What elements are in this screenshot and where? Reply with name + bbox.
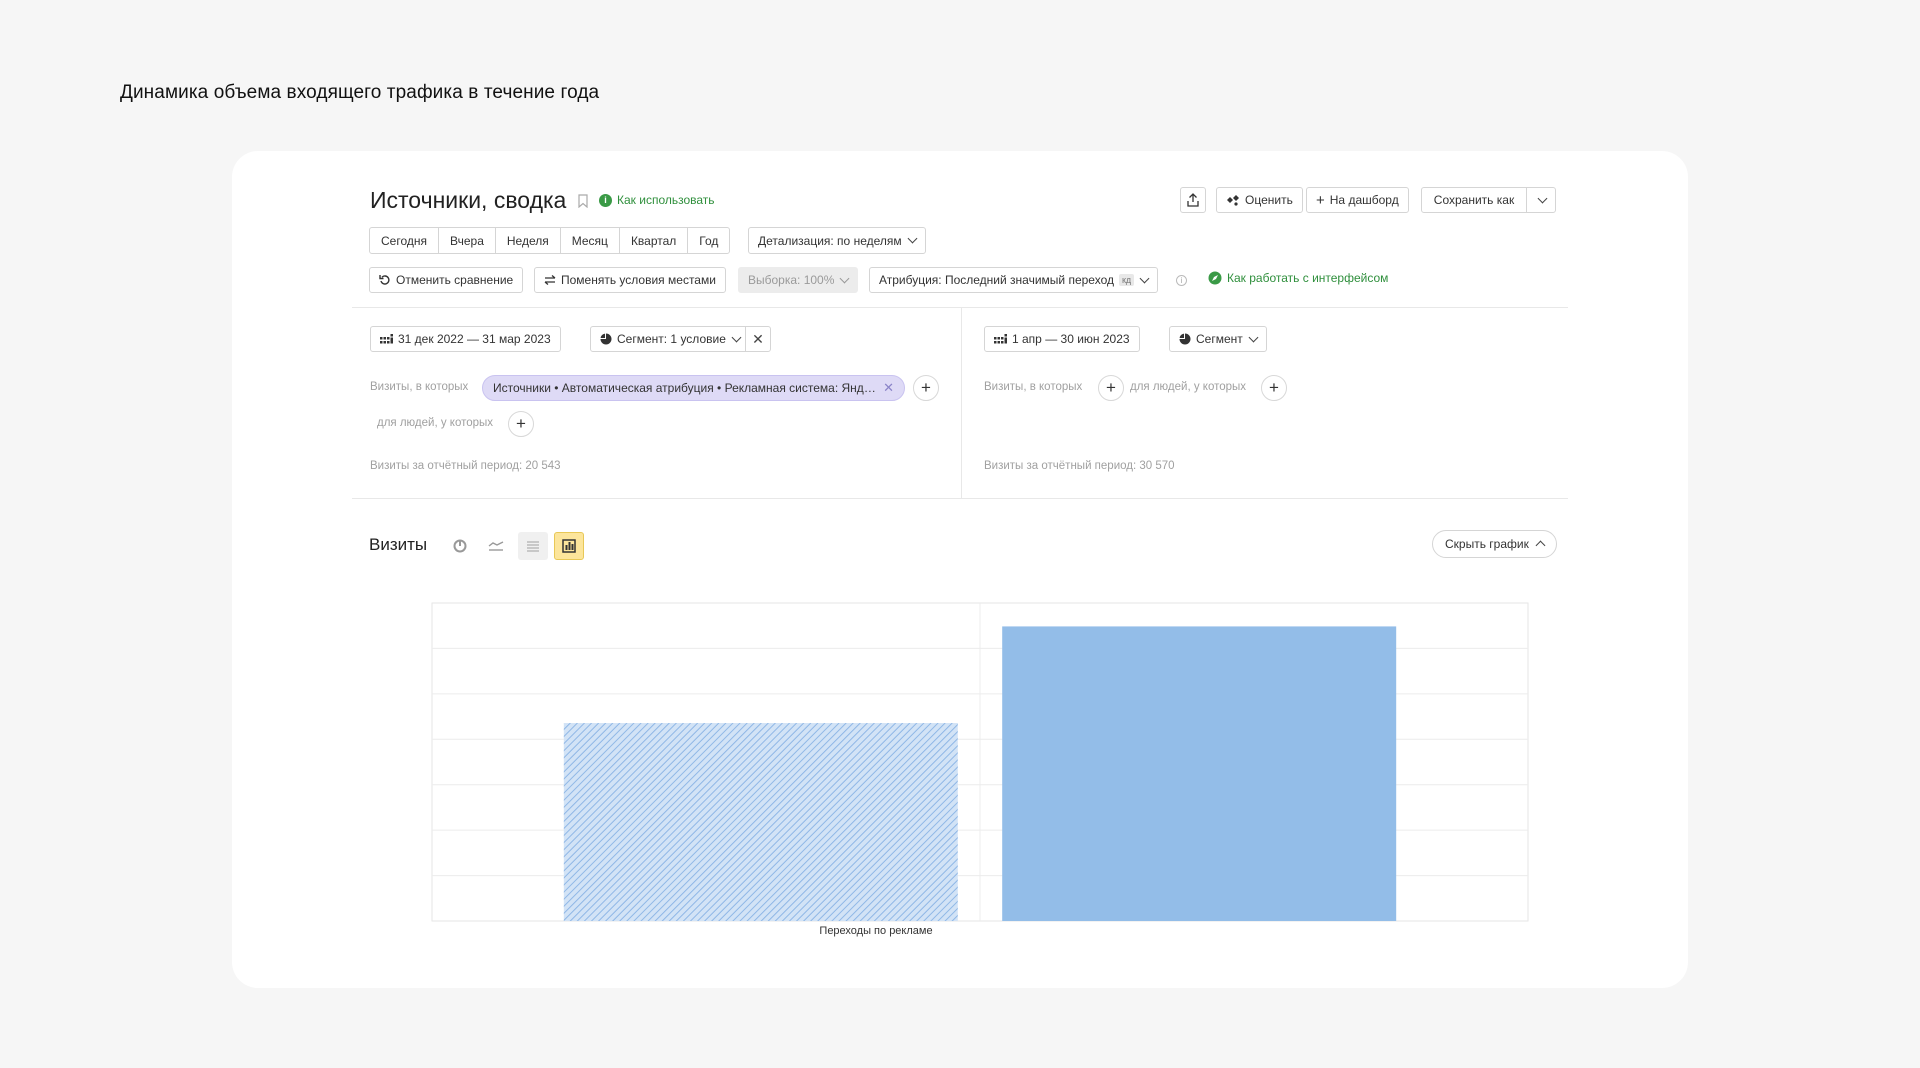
chevron-down-icon xyxy=(1537,193,1547,203)
report-title: Источники, сводка xyxy=(370,187,567,213)
dashboard-label: На дашборд xyxy=(1329,193,1399,207)
undo-icon xyxy=(379,275,390,285)
interface-help-link[interactable]: Как работать с интерфейсом xyxy=(1208,271,1388,285)
cancel-compare-button[interactable]: Отменить сравнение xyxy=(369,267,524,293)
save-as-label: Сохранить как xyxy=(1433,193,1515,207)
pie-icon xyxy=(1179,333,1191,345)
visits-where-label-b: Визиты, в которых xyxy=(984,381,1083,393)
detail-label: Детализация: по неделям xyxy=(758,233,902,248)
report-card: Источники, сводка i Как использовать Оце… xyxy=(232,151,1688,988)
close-icon: ✕ xyxy=(752,330,764,347)
period-year[interactable]: Год xyxy=(688,228,729,253)
x-tick-label: Переходы по рекламе xyxy=(819,925,933,937)
rate-icon xyxy=(1227,195,1239,206)
interface-help-label: Как работать с интерфейсом xyxy=(1227,271,1389,285)
chevron-down-icon xyxy=(1248,332,1259,342)
remove-segment-a-button[interactable]: ✕ xyxy=(745,326,771,352)
upload-icon xyxy=(1187,193,1199,207)
segment-a-dropdown[interactable]: Сегмент: 1 условие xyxy=(590,326,750,352)
bar-chart xyxy=(431,602,1529,922)
divider xyxy=(961,307,962,499)
period-quarter[interactable]: Квартал xyxy=(620,228,689,253)
close-icon[interactable]: ✕ xyxy=(883,380,894,396)
cancel-compare-label: Отменить сравнение xyxy=(396,273,514,287)
people-where-label-b: для людей, у которых xyxy=(1130,381,1247,393)
rate-label: Оценить xyxy=(1245,193,1293,207)
date-range-b-label: 1 апр — 30 июн 2023 xyxy=(1012,332,1130,346)
add-to-dashboard-button[interactable]: + На дашборд xyxy=(1306,187,1409,213)
chart-type-line[interactable] xyxy=(481,532,511,560)
period-month[interactable]: Месяц xyxy=(561,228,620,253)
bookmark-icon[interactable] xyxy=(578,194,588,208)
divider xyxy=(352,498,1568,499)
condition-chip[interactable]: Источники • Автоматическая атрибуция • Р… xyxy=(482,375,905,401)
howto-link[interactable]: i Как использовать xyxy=(599,193,715,207)
total-visits-a: Визиты за отчётный период: 20 543 xyxy=(370,460,561,472)
save-as-dropdown-button[interactable] xyxy=(1526,187,1556,213)
chart-title: Визиты xyxy=(369,535,428,554)
visits-where-label-a: Визиты, в которых xyxy=(370,381,469,393)
save-as-button[interactable]: Сохранить как xyxy=(1421,187,1527,213)
swap-conditions-button[interactable]: Поменять условия местами xyxy=(534,267,726,293)
chevron-up-icon xyxy=(1535,540,1546,551)
chart-type-bar[interactable] xyxy=(554,532,584,560)
period-week[interactable]: Неделя xyxy=(496,228,561,253)
add-visit-condition-b-button[interactable]: + xyxy=(1098,375,1124,401)
hide-chart-button[interactable]: Скрыть график xyxy=(1432,530,1557,558)
chevron-down-icon xyxy=(1139,273,1150,283)
attribution-dropdown[interactable]: Атрибуция: Последний значимый переход кд xyxy=(869,267,1159,293)
info-icon: i xyxy=(599,193,612,207)
date-range-b-button[interactable]: 1 апр — 30 июн 2023 xyxy=(984,326,1140,352)
period-selector: Сегодня Вчера Неделя Месяц Квартал Год xyxy=(369,227,731,254)
chevron-down-icon xyxy=(839,273,850,283)
plus-icon: + xyxy=(1316,191,1325,209)
export-button[interactable] xyxy=(1180,187,1206,213)
calendar-icon xyxy=(380,333,393,343)
page-heading: Динамика объема входящего трафика в тече… xyxy=(120,82,600,103)
period-yesterday[interactable]: Вчера xyxy=(439,228,496,253)
people-where-label-a: для людей, у которых xyxy=(377,417,494,429)
swap-conditions-label: Поменять условия местами xyxy=(561,273,716,287)
swap-icon xyxy=(544,275,556,285)
bar-period-2[interactable] xyxy=(1002,626,1397,921)
chevron-down-icon xyxy=(731,332,742,342)
segment-a-label: Сегмент: 1 условие xyxy=(617,332,726,346)
total-visits-b: Визиты за отчётный период: 30 570 xyxy=(984,460,1175,472)
area-chart-icon xyxy=(527,541,539,552)
info-icon[interactable]: i xyxy=(1176,275,1187,286)
condition-chip-label: Источники • Автоматическая атрибуция • Р… xyxy=(493,381,878,395)
line-chart-icon xyxy=(488,541,504,551)
divider xyxy=(352,307,1568,308)
chart-type-area[interactable] xyxy=(518,532,548,560)
compass-icon xyxy=(1208,271,1222,285)
add-people-condition-a-button[interactable]: + xyxy=(508,411,534,437)
hide-chart-label: Скрыть график xyxy=(1445,537,1529,551)
calendar-icon xyxy=(994,333,1007,343)
segment-b-label: Сегмент xyxy=(1196,332,1243,346)
date-range-a-label: 31 дек 2022 — 31 мар 2023 xyxy=(398,332,551,346)
date-range-a-button[interactable]: 31 дек 2022 — 31 мар 2023 xyxy=(370,326,561,352)
chart-type-pie[interactable] xyxy=(445,532,475,560)
attribution-badge: кд xyxy=(1118,274,1135,286)
detail-dropdown[interactable]: Детализация: по неделям xyxy=(748,227,926,254)
bar-chart-icon xyxy=(562,539,576,553)
howto-link-label: Как использовать xyxy=(617,193,715,207)
pie-chart-icon xyxy=(453,539,467,553)
period-today[interactable]: Сегодня xyxy=(370,228,439,253)
pie-icon xyxy=(600,333,612,345)
sampling-dropdown[interactable]: Выборка: 100% xyxy=(738,267,859,293)
add-people-condition-b-button[interactable]: + xyxy=(1261,375,1287,401)
rate-button[interactable]: Оценить xyxy=(1216,187,1303,213)
chevron-down-icon xyxy=(907,233,918,244)
segment-b-dropdown[interactable]: Сегмент xyxy=(1169,326,1267,352)
attribution-label: Атрибуция: Последний значимый переход xyxy=(879,273,1114,287)
bar-period-1[interactable] xyxy=(563,723,958,921)
add-visit-condition-a-button[interactable]: + xyxy=(913,375,939,401)
sampling-label: Выборка: 100% xyxy=(748,273,835,287)
